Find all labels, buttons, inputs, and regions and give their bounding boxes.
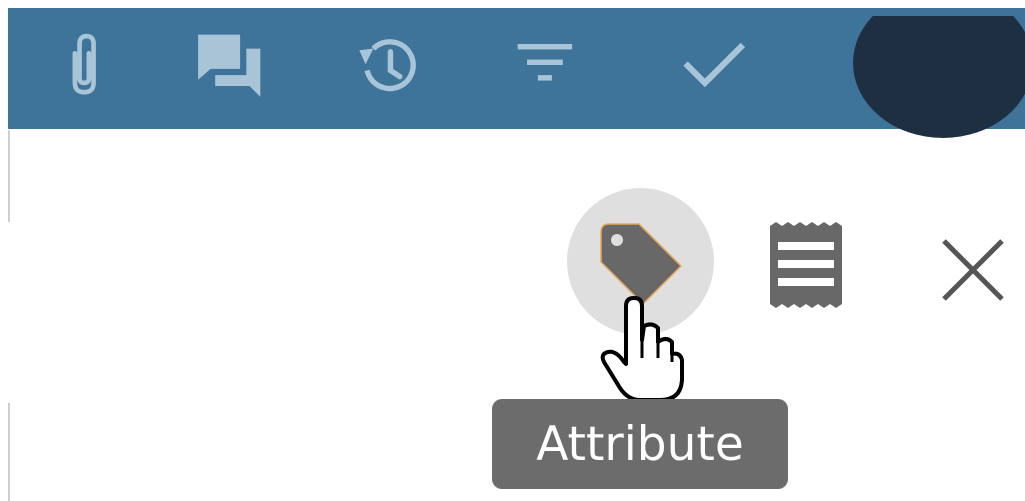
- panel-edge: [8, 403, 10, 501]
- close-button[interactable]: [938, 235, 1008, 305]
- tooltip-label: Attribute: [536, 416, 744, 472]
- check-icon[interactable]: [680, 30, 750, 100]
- avatar[interactable]: [853, 16, 1025, 138]
- close-icon: [942, 239, 1004, 301]
- history-icon[interactable]: [350, 30, 420, 100]
- comments-icon[interactable]: [195, 30, 265, 100]
- paperclip-icon[interactable]: [50, 30, 120, 100]
- tooltip: Attribute: [492, 399, 788, 489]
- attribute-button[interactable]: [567, 188, 714, 335]
- receipt-icon: [770, 222, 842, 308]
- tag-icon: [600, 223, 683, 306]
- notes-button[interactable]: [760, 220, 850, 310]
- panel-edge: [8, 130, 10, 222]
- toolbar: [8, 8, 1025, 138]
- filter-icon[interactable]: [513, 30, 583, 100]
